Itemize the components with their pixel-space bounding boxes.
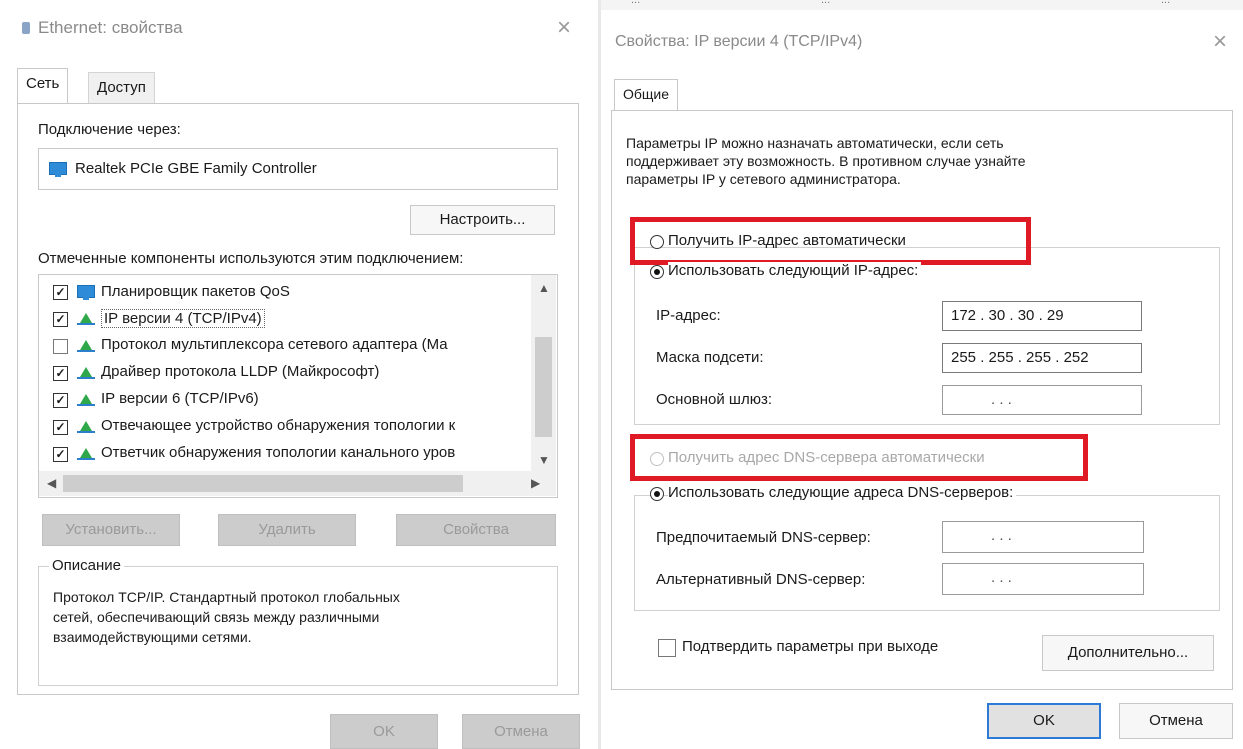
scroll-right-icon[interactable]: ▶ xyxy=(531,476,540,490)
default-gateway-input[interactable]: . . . xyxy=(942,385,1142,415)
close-icon[interactable]: × xyxy=(1213,30,1227,54)
network-tab-panel: Подключение через: Realtek PCIe GBE Fami… xyxy=(17,103,579,695)
intro-line-1: Параметры IP можно назначать автоматичес… xyxy=(626,135,1004,151)
description-group: Описание Протокол TCP/IP. Стандартный пр… xyxy=(38,557,558,686)
component-checkbox-qos[interactable]: ✓ xyxy=(53,285,68,300)
cancel-button[interactable]: Отмена xyxy=(1119,703,1233,739)
intro-line-3: параметры IP у сетевого администратора. xyxy=(626,171,901,187)
highlight-frame-auto-ip xyxy=(630,217,1031,265)
component-label-topology-mapper: Ответчик обнаружения топологии канальног… xyxy=(101,444,456,461)
validate-label[interactable]: Подтвердить параметры при выходе xyxy=(682,638,938,655)
close-icon[interactable]: × xyxy=(557,16,571,40)
intro-line-2: поддерживает эту возможность. В противно… xyxy=(626,153,1026,169)
component-label-ipv6: IP версии 6 (TCP/IPv6) xyxy=(101,390,259,407)
validate-checkbox[interactable] xyxy=(658,639,676,657)
component-label-lldp: Драйвер протокола LLDP (Майкрософт) xyxy=(101,363,380,380)
network-adapter-icon xyxy=(49,162,67,177)
scroll-thumb-horizontal[interactable] xyxy=(63,475,463,492)
advanced-button[interactable]: Дополнительно... xyxy=(1042,635,1214,671)
protocol-icon xyxy=(77,421,95,433)
subnet-mask-label: Маска подсети: xyxy=(656,349,764,366)
properties-button[interactable]: Свойства xyxy=(396,514,556,546)
highlight-frame-auto-dns xyxy=(630,434,1088,481)
scroll-up-icon[interactable]: ▲ xyxy=(538,281,550,295)
horizontal-scrollbar[interactable]: ◀ ▶ xyxy=(39,471,556,496)
tab-sharing[interactable]: Доступ xyxy=(88,72,155,103)
remove-button[interactable]: Удалить xyxy=(218,514,356,546)
ethernet-properties-dialog: Ethernet: свойства × Сеть Доступ Подключ… xyxy=(0,0,598,749)
cancel-button[interactable]: Отмена xyxy=(462,714,580,749)
component-label-multiplexor: Протокол мультиплексора сетевого адаптер… xyxy=(101,336,448,353)
component-checkbox-ipv4[interactable]: ✓ xyxy=(53,312,68,327)
component-label-topology-responder: Отвечающее устройство обнаружения тополо… xyxy=(101,417,456,434)
component-checkbox-lldp[interactable]: ✓ xyxy=(53,366,68,381)
adapter-name: Realtek PCIe GBE Family Controller xyxy=(75,160,317,177)
ethernet-title-icon xyxy=(22,22,30,34)
component-checkbox-multiplexor[interactable] xyxy=(53,339,68,354)
scroll-thumb[interactable] xyxy=(535,337,552,437)
protocol-icon xyxy=(77,367,95,379)
description-text-line-1: Протокол TCP/IP. Стандартный протокол гл… xyxy=(53,589,400,605)
adapter-box: Realtek PCIe GBE Family Controller xyxy=(38,148,558,190)
vertical-scrollbar[interactable]: ▲ ▼ xyxy=(531,275,556,471)
component-label-qos: Планировщик пакетов QoS xyxy=(101,283,290,300)
radio-manual-ip-label[interactable]: Использовать следующий IP-адрес: xyxy=(668,262,922,279)
protocol-icon xyxy=(77,340,95,352)
ip-address-input[interactable]: 172 . 30 . 30 . 29 xyxy=(942,301,1142,331)
tab-network[interactable]: Сеть xyxy=(17,68,69,103)
preferred-dns-label: Предпочитаемый DNS-сервер: xyxy=(656,529,871,546)
configure-button[interactable]: Настроить... xyxy=(410,205,555,235)
dialog-title: Свойства: IP версии 4 (TCP/IPv4) xyxy=(615,33,863,50)
protocol-icon xyxy=(77,313,95,325)
ok-button[interactable]: OK xyxy=(987,703,1101,739)
ipv4-properties-dialog: Свойства: IP версии 4 (TCP/IPv4) × Общие… xyxy=(601,10,1243,749)
scroll-left-icon[interactable]: ◀ xyxy=(47,476,56,490)
component-checkbox-topology-mapper[interactable]: ✓ xyxy=(53,447,68,462)
background-window-text-2: ... xyxy=(821,0,831,6)
components-label: Отмеченные компоненты используются этим … xyxy=(38,250,464,267)
dialog-title: Ethernet: свойства xyxy=(38,18,183,37)
subnet-mask-input[interactable]: 255 . 255 . 255 . 252 xyxy=(942,343,1142,373)
ok-button[interactable]: OK xyxy=(330,714,438,749)
alternate-dns-label: Альтернативный DNS-сервер: xyxy=(656,571,866,588)
radio-manual-dns[interactable] xyxy=(650,487,664,501)
install-button[interactable]: Установить... xyxy=(42,514,180,546)
network-icon xyxy=(77,285,95,300)
connect-via-label: Подключение через: xyxy=(38,121,181,138)
protocol-icon xyxy=(77,394,95,406)
alternate-dns-input[interactable]: . . . xyxy=(942,563,1144,595)
default-gateway-label: Основной шлюз: xyxy=(656,391,773,408)
description-text-line-3: взаимодействующими сетями. xyxy=(53,629,252,645)
component-checkbox-ipv6[interactable]: ✓ xyxy=(53,393,68,408)
general-tab-panel: Параметры IP можно назначать автоматичес… xyxy=(611,110,1233,690)
description-legend: Описание xyxy=(49,557,125,574)
components-list: ✓ Планировщик пакетов QoS ✓ IP версии 4 … xyxy=(38,274,558,498)
scroll-down-icon[interactable]: ▼ xyxy=(538,453,550,467)
ip-address-label: IP-адрес: xyxy=(656,307,721,324)
protocol-icon xyxy=(77,448,95,460)
component-label-ipv4[interactable]: IP версии 4 (TCP/IPv4) xyxy=(101,309,265,328)
background-window-text-1: ... xyxy=(631,0,641,6)
component-checkbox-topology-responder[interactable]: ✓ xyxy=(53,420,68,435)
radio-manual-dns-label[interactable]: Использовать следующие адреса DNS-сервер… xyxy=(668,484,1017,501)
radio-manual-ip[interactable] xyxy=(650,265,664,279)
preferred-dns-input[interactable]: . . . xyxy=(942,521,1144,553)
background-window-text-3: ... xyxy=(1161,0,1171,6)
description-text-line-2: сетей, обеспечивающий связь между различ… xyxy=(53,609,380,625)
